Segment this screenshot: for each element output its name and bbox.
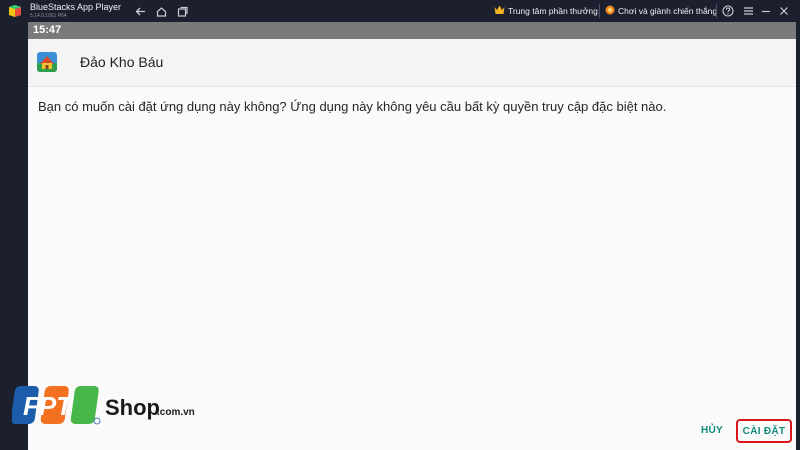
title-bar: BlueStacks App Player 5.14.0.1061 P64 Tr… (0, 0, 800, 22)
install-prompt-message: Bạn có muốn cài đặt ứng dụng này không? … (38, 99, 667, 114)
android-status-bar: 15:47 (28, 22, 796, 39)
app-icon (37, 52, 57, 72)
app-name: Đảo Kho Báu (80, 54, 164, 70)
cancel-button[interactable]: HỦY (701, 425, 723, 436)
rewards-center-label: Trung tâm phần thưởng (508, 6, 598, 16)
crown-icon (494, 5, 505, 17)
app-version: 5.14.0.1061 P64 (30, 13, 67, 19)
close-icon[interactable] (777, 4, 791, 18)
recent-apps-icon[interactable] (175, 4, 189, 18)
rewards-center-button[interactable]: Trung tâm phần thưởng (494, 3, 598, 19)
back-arrow-icon[interactable] (133, 4, 147, 18)
install-dialog-header: Đảo Kho Báu (28, 39, 796, 87)
bluestacks-logo-icon (8, 4, 22, 18)
fpt-logo: FPT Shop .com.vn (10, 386, 195, 425)
titlebar-separator (599, 4, 600, 18)
titlebar-separator (716, 4, 717, 18)
help-icon[interactable] (721, 4, 735, 18)
install-button[interactable]: CÀI ĐẶT (736, 419, 792, 443)
coin-icon (605, 5, 615, 17)
menu-icon[interactable] (741, 4, 755, 18)
status-time: 15:47 (33, 24, 62, 36)
app-title: BlueStacks App Player (30, 2, 122, 12)
bluestacks-window: BlueStacks App Player 5.14.0.1061 P64 Tr… (0, 0, 800, 450)
shop-text: Shop (105, 395, 160, 420)
play-and-win-label: Chơi và giành chiến thắng (618, 6, 718, 16)
minimize-icon[interactable] (759, 4, 773, 18)
domain-text: .com.vn (157, 407, 195, 418)
right-sidebar (796, 22, 800, 450)
play-and-win-button[interactable]: Chơi và giành chiến thắng (605, 3, 717, 19)
home-icon[interactable] (154, 4, 168, 18)
fpt-brand-text: FPT (23, 391, 74, 421)
fpt-shop-watermark: FPT Shop .com.vn (10, 382, 202, 432)
